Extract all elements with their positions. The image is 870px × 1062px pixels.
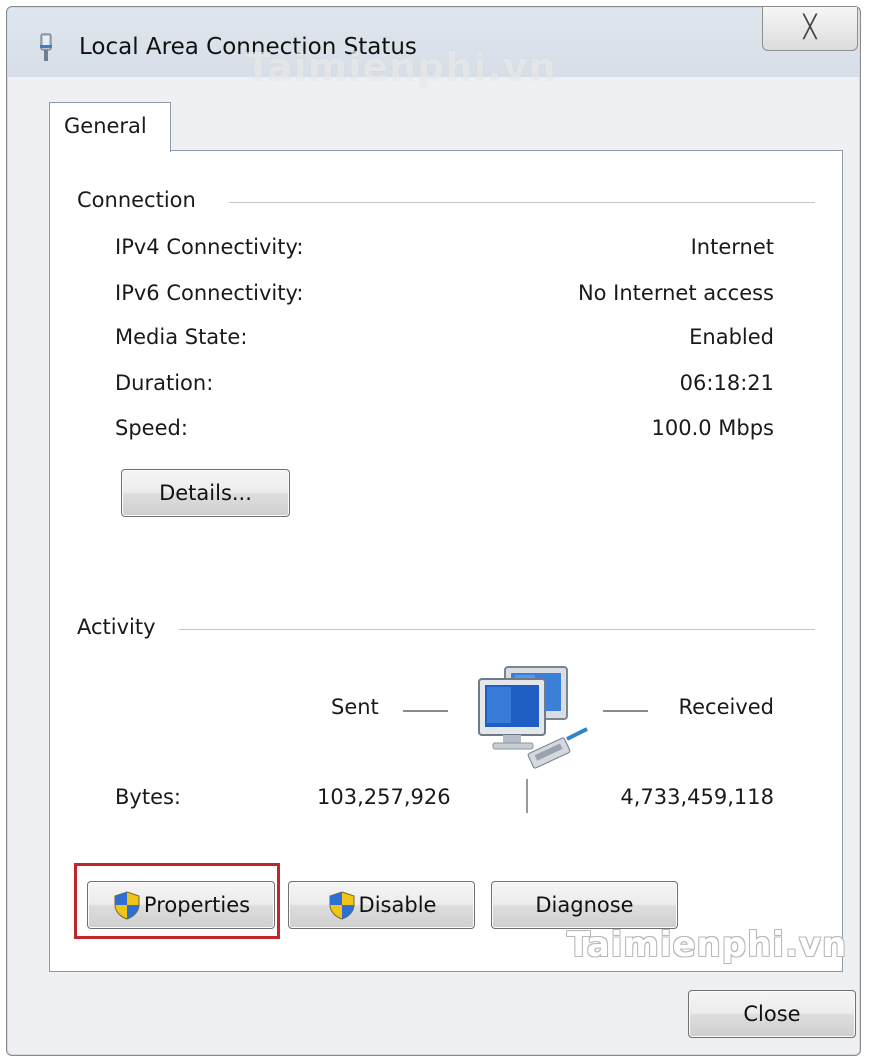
watermark-logo-top: Taimienphi.vn: [245, 45, 557, 89]
bytes-received-value: 4,733,459,118: [620, 785, 774, 809]
general-tab-panel: [49, 150, 843, 972]
speed-value: 100.0 Mbps: [651, 416, 774, 440]
connection-group-title: Connection: [77, 188, 204, 212]
ipv6-value: No Internet access: [577, 281, 774, 305]
media-state-label: Media State:: [115, 325, 248, 349]
received-label: Received: [678, 695, 774, 719]
connection-divider: [229, 202, 815, 203]
duration-value: 06:18:21: [679, 371, 774, 395]
disable-button-label: Disable: [358, 893, 437, 917]
details-button[interactable]: Details...: [121, 469, 290, 517]
speed-label: Speed:: [115, 416, 188, 440]
uac-shield-icon: [329, 891, 355, 920]
activity-divider: [179, 629, 815, 630]
properties-button-label: Properties: [143, 893, 251, 917]
status-dialog: Local Area Connection Status Taimienphi.…: [6, 6, 861, 1056]
close-icon: ╳: [803, 15, 817, 40]
ipv4-value: Internet: [690, 235, 774, 259]
close-button[interactable]: Close: [688, 990, 856, 1038]
watermark-logo-bottom: Taimienphi.vn: [567, 925, 848, 965]
media-state-value: Enabled: [689, 325, 774, 349]
ipv4-label: IPv4 Connectivity:: [115, 235, 304, 259]
bytes-label: Bytes:: [115, 785, 182, 809]
properties-button[interactable]: Properties: [87, 881, 275, 929]
tab-general[interactable]: General: [49, 102, 171, 152]
sent-connector-line: [403, 710, 448, 712]
network-adapter-icon: [40, 33, 52, 61]
close-button-label: Close: [743, 1002, 801, 1026]
diagnose-button-label: Diagnose: [535, 893, 634, 917]
uac-shield-icon: [114, 891, 140, 920]
network-computers-icon: [478, 666, 588, 769]
diagnose-button[interactable]: Diagnose: [491, 881, 678, 929]
duration-label: Duration:: [115, 371, 214, 395]
close-window-button[interactable]: ╳: [762, 7, 858, 51]
ipv6-label: IPv6 Connectivity:: [115, 281, 304, 305]
disable-button[interactable]: Disable: [288, 881, 475, 929]
received-connector-line: [603, 710, 648, 712]
bytes-sent-value: 103,257,926: [317, 785, 451, 809]
details-button-label: Details...: [159, 481, 252, 505]
bytes-separator: [526, 779, 528, 813]
activity-group-title: Activity: [77, 615, 164, 639]
sent-label: Sent: [331, 695, 379, 719]
